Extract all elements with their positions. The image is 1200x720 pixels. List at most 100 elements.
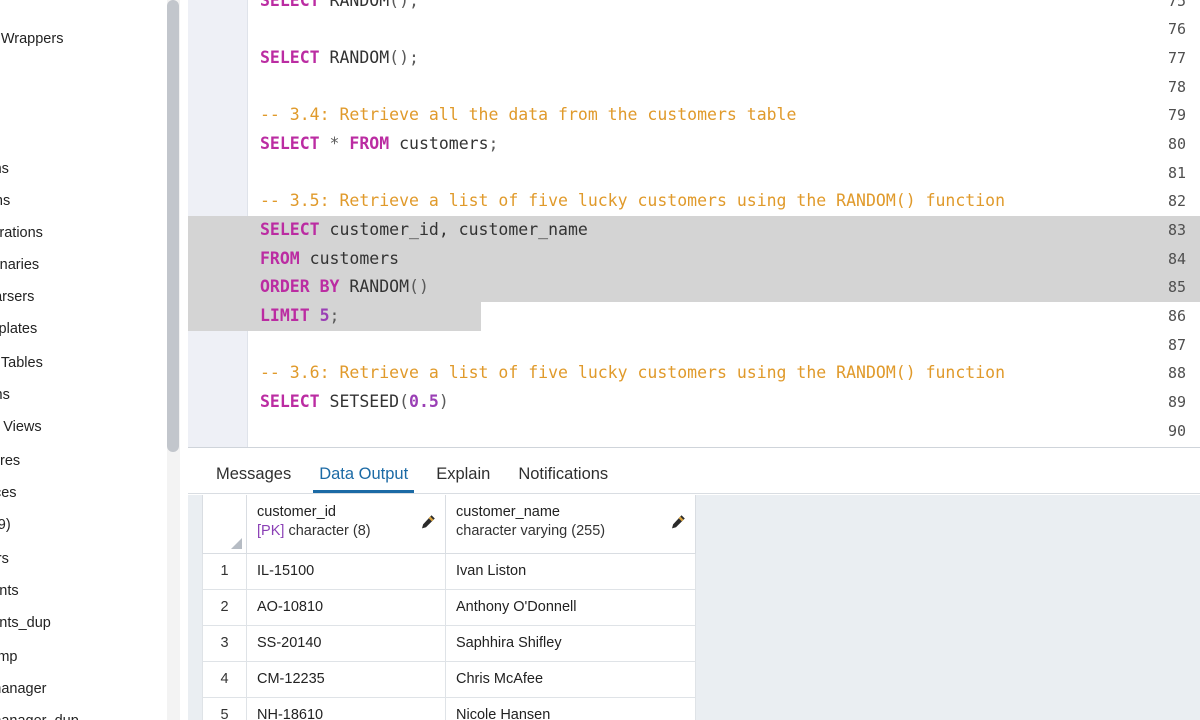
- code-area[interactable]: SELECT RANDOM(); SELECT RANDOM(); -- 3.4: …: [188, 0, 1200, 447]
- tree-item[interactable]: Functions: [0, 385, 10, 405]
- code-token-id: customer_id, customer_name: [319, 220, 588, 239]
- line-number: 82: [1167, 192, 1186, 210]
- browser-scrollbar-thumb[interactable]: [167, 0, 179, 452]
- line-number: 86: [1167, 307, 1186, 325]
- column-type-text: character (8): [288, 523, 371, 539]
- tree-item[interactable]: Foreign Data Wrappers: [0, 29, 63, 49]
- code-token-pun: ): [438, 392, 449, 411]
- code-line[interactable]: SELECT customer_id, customer_name: [260, 216, 588, 245]
- code-line[interactable]: SELECT * FROM customers;: [260, 130, 498, 159]
- column-name: customer_id: [257, 504, 336, 520]
- tree-item[interactable]: Foreign Tables: [0, 353, 43, 373]
- line-number: 88: [1167, 364, 1186, 382]
- cell-customer-name[interactable]: Chris McAfee: [445, 660, 696, 698]
- tab-explain[interactable]: Explain: [422, 465, 504, 494]
- code-line[interactable]: SELECT SETSEED(0.5): [260, 388, 449, 417]
- code-token-id: customers: [299, 249, 400, 268]
- code-token-kw: FROM: [349, 134, 390, 153]
- column-type-text: character varying (255): [456, 523, 606, 539]
- cell-customer-id[interactable]: AO-10810: [246, 588, 446, 626]
- pencil-icon[interactable]: [670, 514, 686, 530]
- tree-item[interactable]: FTS Configurations: [0, 223, 43, 243]
- grid-inner: customer_id [PK] character (8) customer_na…: [202, 495, 1200, 720]
- column-header[interactable]: customer_name character varying (255): [445, 495, 696, 554]
- tree-item[interactable]: dept_manager: [0, 679, 47, 699]
- tree-item[interactable]: departments_dup: [0, 613, 51, 633]
- line-number: 77: [1167, 49, 1186, 67]
- tree-item[interactable]: departments: [0, 581, 19, 601]
- code-token-kw: FROM: [260, 249, 300, 268]
- column-header[interactable]: customer_id [PK] character (8): [246, 495, 446, 554]
- code-line[interactable]: LIMIT 5;: [260, 302, 339, 331]
- code-token-pun: ;: [488, 134, 499, 153]
- tab-notifications[interactable]: Notifications: [504, 465, 622, 494]
- cell-customer-id[interactable]: NH-18610: [246, 696, 446, 720]
- cell-customer-name[interactable]: Nicole Hansen: [445, 696, 696, 720]
- tree-item[interactable]: Extensions: [0, 159, 9, 179]
- table-header-row: customer_id [PK] character (8) customer_na…: [202, 495, 696, 554]
- row-header-corner[interactable]: [202, 495, 247, 554]
- code-line[interactable]: -- 3.4: Retrieve all the data from the c…: [260, 101, 796, 130]
- tab-data-output[interactable]: Data Output: [305, 465, 422, 494]
- code-line[interactable]: SELECT RANDOM();: [260, 44, 419, 73]
- result-table[interactable]: customer_id [PK] character (8) customer_na…: [202, 495, 696, 720]
- tree-item[interactable]: Procedures: [0, 451, 20, 471]
- code-token-pun: ;: [329, 306, 340, 325]
- table-row[interactable]: 3 SS-20140 Saphhira Shifley: [202, 624, 696, 662]
- row-number: 4: [202, 660, 247, 698]
- tree-item[interactable]: Tables (9): [0, 515, 11, 535]
- code-token-num: 0.5: [409, 392, 439, 411]
- output-tabs[interactable]: Messages Data Output Explain Notifications: [188, 448, 1200, 494]
- column-name: customer_name: [456, 504, 560, 520]
- line-number: 79: [1167, 106, 1186, 124]
- sql-editor[interactable]: SELECT RANDOM(); SELECT RANDOM(); -- 3.4: …: [188, 0, 1200, 447]
- code-token-cm: -- 3.4: Retrieve all the data from the c…: [260, 105, 797, 124]
- tree-item[interactable]: FTS Dictionaries: [0, 255, 39, 275]
- cell-customer-name[interactable]: Anthony O'Donnell: [445, 588, 696, 626]
- tree-item[interactable]: Sequences: [0, 483, 17, 503]
- code-token-pun: *: [329, 134, 340, 153]
- browser-splitter[interactable]: [160, 0, 188, 720]
- cell-customer-id[interactable]: SS-20140: [246, 624, 446, 662]
- table-row[interactable]: 4 CM-12235 Chris McAfee: [202, 660, 696, 698]
- row-number: 2: [202, 588, 247, 626]
- cell-customer-id[interactable]: IL-15100: [246, 552, 446, 590]
- code-line[interactable]: -- 3.6: Retrieve a list of five lucky cu…: [260, 359, 1005, 388]
- table-row[interactable]: 2 AO-10810 Anthony O'Donnell: [202, 588, 696, 626]
- row-number: 3: [202, 624, 247, 662]
- tree-item[interactable]: Materialized Views: [0, 417, 42, 437]
- code-token-kw: SELECT: [260, 134, 320, 153]
- code-token-cm: -- 3.5: Retrieve a list of five lucky cu…: [260, 191, 1006, 210]
- tree-item[interactable]: dept_emp: [0, 647, 18, 667]
- cell-customer-id[interactable]: CM-12235: [246, 660, 446, 698]
- code-token-id: [339, 134, 349, 153]
- pencil-icon[interactable]: [420, 514, 436, 530]
- tree-item[interactable]: Domains: [0, 191, 10, 211]
- code-token-cm: -- 3.6: Retrieve a list of five lucky cu…: [260, 363, 1006, 382]
- code-token-kw: SELECT: [260, 220, 320, 239]
- object-browser-tree[interactable]: Foreign Data Wrappers Extensions Domains FT…: [0, 0, 160, 720]
- tree-item[interactable]: customers: [0, 549, 9, 569]
- line-number: 85: [1167, 278, 1186, 296]
- output-panel: Messages Data Output Explain Notifications …: [188, 447, 1200, 720]
- tree-item[interactable]: FTS Parsers: [0, 287, 34, 307]
- table-row[interactable]: 1 IL-15100 Ivan Liston: [202, 552, 696, 590]
- code-token-pun: ();: [389, 48, 419, 67]
- line-number: 90: [1167, 422, 1186, 440]
- data-output-grid[interactable]: customer_id [PK] character (8) customer_na…: [188, 495, 1200, 720]
- tree-item[interactable]: dept_manager_dup: [0, 711, 79, 720]
- tab-messages[interactable]: Messages: [202, 465, 305, 494]
- code-line[interactable]: ORDER BY RANDOM(): [260, 273, 429, 302]
- code-token-id: RANDOM: [319, 48, 390, 67]
- table-row[interactable]: 5 NH-18610 Nicole Hansen: [202, 696, 696, 720]
- cell-customer-name[interactable]: Ivan Liston: [445, 552, 696, 590]
- code-line[interactable]: SELECT RANDOM();: [260, 0, 419, 16]
- tree-item[interactable]: FTS Templates: [0, 319, 37, 339]
- cell-customer-name[interactable]: Saphhira Shifley: [445, 624, 696, 662]
- code-line[interactable]: FROM customers: [260, 245, 399, 274]
- code-token-kw: ORDER BY: [260, 277, 340, 296]
- column-type: [PK] character (8): [257, 522, 437, 541]
- pgadmin-query-tool: Foreign Data Wrappers Extensions Domains FT…: [0, 0, 1200, 720]
- result-table-body[interactable]: 1 IL-15100 Ivan Liston 2 AO-10810 Anthony O'D…: [202, 552, 696, 720]
- code-line[interactable]: -- 3.5: Retrieve a list of five lucky cu…: [260, 187, 1005, 216]
